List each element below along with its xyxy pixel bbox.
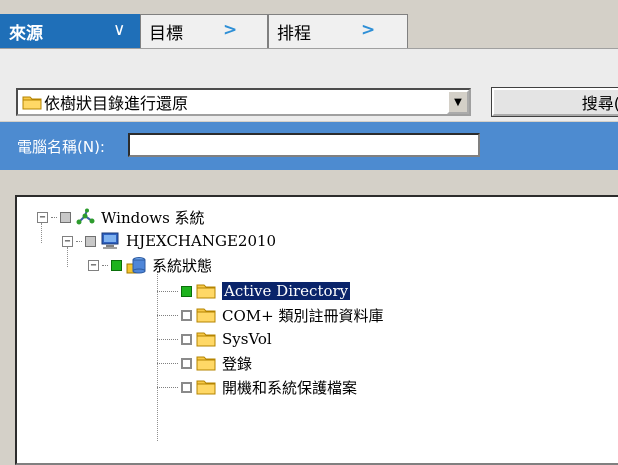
tree-node-label: Windows 系統 [101,208,205,227]
tree-node-label: Active Directory [220,281,352,301]
chevron-down-icon: ∨ [113,20,126,40]
computer-name-bar: 電腦名稱(N): [0,122,618,170]
tree-node-sysvol[interactable]: SysVol [157,327,272,351]
restore-toolbar: 依樹狀目錄進行還原 ▼ 搜尋( [0,48,618,121]
tree-connector [102,264,108,266]
backup-tree: − Windows 系統 − HJEXCHANGE2010 − 系統狀態 Act… [15,195,618,465]
computer-name-label: 電腦名稱(N): [17,138,105,156]
folder-icon [196,308,216,323]
tab-strip: 來源 ∨ 目標 > 排程 > [0,0,618,48]
collapse-icon[interactable]: − [37,211,48,223]
tree-node-computer[interactable]: − HJEXCHANGE2010 [62,229,276,253]
tree-checkbox[interactable] [85,235,96,247]
restore-mode-value: 依樹狀目錄進行還原 [44,94,189,113]
tree-checkbox[interactable] [111,259,122,271]
folder-icon [196,284,216,299]
folder-icon [196,380,216,395]
tree-checkbox[interactable] [181,357,192,369]
chevron-right-icon: > [223,20,238,40]
dropdown-arrow-icon[interactable]: ▼ [447,90,469,114]
database-icon [126,257,146,274]
tree-node-active-directory[interactable]: Active Directory [157,279,352,303]
tree-node-label: 開機和系統保護檔案 [222,378,358,397]
tree-connector [76,240,82,242]
tree-node-label: HJEXCHANGE2010 [126,232,277,250]
tab-destination-label: 目標 [149,24,183,44]
tree-node-windows-system[interactable]: − Windows 系統 [37,205,205,229]
tree-connector [157,314,178,316]
tree-checkbox[interactable] [181,309,192,321]
tree-node-label: 登錄 [222,354,253,373]
tree-node-label: SysVol [222,330,272,348]
folder-icon [196,356,216,371]
chevron-right-icon: > [361,20,376,40]
tree-node-label: COM+ 類別註冊資料庫 [222,306,384,325]
network-icon [76,208,95,225]
collapse-icon[interactable]: − [88,259,99,271]
tree-node-label: 系統狀態 [152,256,213,275]
search-button[interactable]: 搜尋( [491,87,618,117]
tab-source-label: 來源 [9,24,43,44]
tree-checkbox[interactable] [60,211,71,223]
tree-connector [157,362,178,364]
tree-connector [157,290,178,292]
tree-checkbox[interactable] [181,381,192,393]
tree-checkbox[interactable] [181,285,192,297]
tree-node-com-registration[interactable]: COM+ 類別註冊資料庫 [157,303,383,327]
tree-connector [157,386,178,388]
tree-node-registry[interactable]: 登錄 [157,351,252,375]
folder-icon [22,96,42,110]
computer-icon [101,232,119,249]
restore-mode-select[interactable]: 依樹狀目錄進行還原 ▼ [16,88,471,116]
tree-node-boot-files[interactable]: 開機和系統保護檔案 [157,375,357,399]
collapse-icon[interactable]: − [62,235,73,247]
tab-source[interactable]: 來源 ∨ [0,14,140,48]
tab-schedule-label: 排程 [277,24,311,44]
computer-name-input[interactable] [128,133,480,157]
tree-checkbox[interactable] [181,333,192,345]
tab-schedule[interactable]: 排程 > [268,14,408,48]
folder-icon [196,332,216,347]
tab-destination[interactable]: 目標 > [140,14,268,48]
search-button-label: 搜尋( [581,94,618,113]
tree-node-system-state[interactable]: − 系統狀態 [88,253,212,277]
tree-connector [157,338,178,340]
tree-connector [51,216,57,218]
